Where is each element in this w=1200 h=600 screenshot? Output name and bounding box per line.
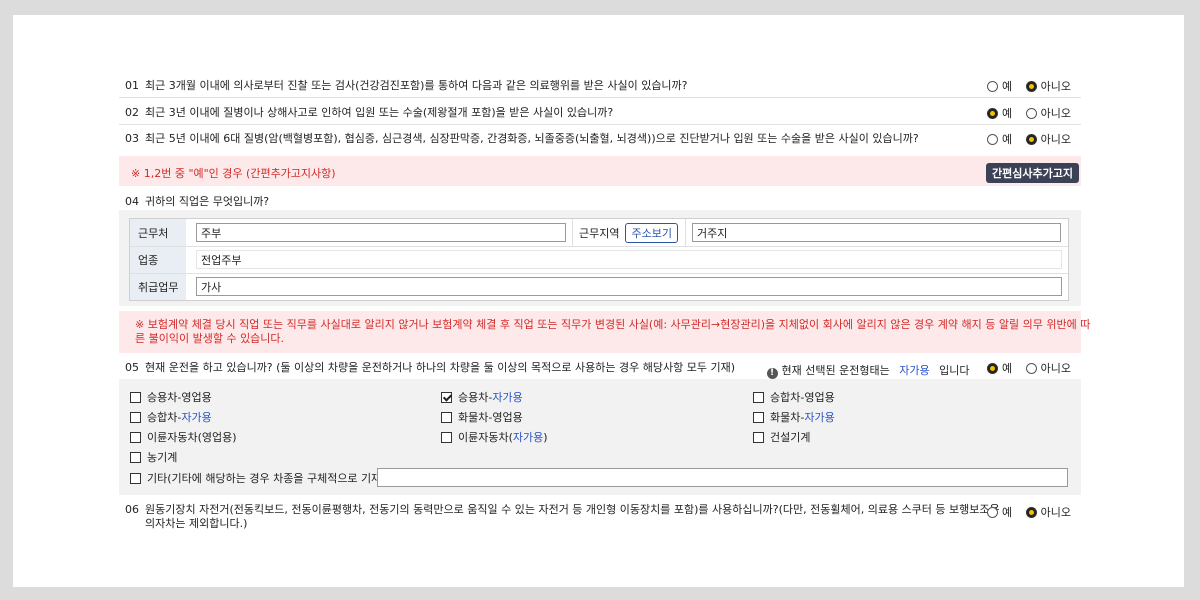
question-text-line-2: 의자차는 제외합니다.) [145, 517, 248, 530]
question-01: 01 최근 3개월 이내에 의사로부터 진찰 또는 검사(건강검진포함)를 통하여… [119, 73, 1081, 98]
question-05: 05 현재 운전을 하고 있습니까? (둘 이상의 차량을 운전하거나 하나의 차… [119, 354, 1081, 379]
address-view-button[interactable]: 주소보기 [625, 222, 678, 243]
region-label: 근무지역 [579, 226, 620, 240]
duty-input[interactable]: 가사 [196, 277, 1062, 296]
driving-type-info: ! 현재 선택된 운전형태는 자가용 입니다 [766, 364, 970, 379]
question-text-line-1: 원동기장치 자전거(전동킥보드, 전동이륜평행차, 전동기의 동력만으로 움직일… [145, 503, 1000, 516]
q1-yes-radio[interactable]: 예 [987, 78, 1012, 94]
vehicle-checkbox-motorcycle-commercial[interactable]: 이륜자동차(영업용) [130, 429, 237, 445]
vehicle-checkbox-van-commercial[interactable]: 승합차-영업용 [753, 389, 835, 405]
q5-no-radio[interactable]: 아니오 [1025, 360, 1071, 376]
vehicle-checkbox-motorcycle-private[interactable]: 이륜자동차(자가용) [441, 429, 548, 445]
question-02: 02 최근 3년 이내에 질병이나 상해사고로 인하여 입원 또는 수술(제왕절개… [119, 98, 1081, 125]
q3-no-radio[interactable]: 아니오 [1025, 131, 1071, 147]
question-number: 02 [125, 106, 139, 119]
info-icon: ! [766, 367, 778, 379]
workplace-label: 근무처 [130, 219, 186, 246]
vehicle-checkbox-van-private[interactable]: 승합차- 자가용 [130, 409, 212, 425]
region-cell: 근무지역 주소보기 [572, 219, 686, 246]
question-03: 03 최근 5년 이내에 6대 질병(암(백혈병포함), 협심증, 심근경색, 심… [119, 125, 1081, 155]
question-number: 01 [125, 79, 139, 92]
job-info-box: 근무처 주부 근무지역 주소보기 거주지 업종 전업주부 취급업무 가사 [119, 210, 1081, 306]
vehicle-checkbox-sedan-private[interactable]: 승용차- 자가용 [441, 389, 523, 405]
q2-no-radio[interactable]: 아니오 [1025, 105, 1071, 121]
warning-line-1: ※ 보험계약 체결 당시 직업 또는 직무를 사실대로 알리지 않거나 보험계약… [135, 318, 1091, 331]
q6-yes-radio[interactable]: 예 [987, 504, 1012, 520]
question-number: 04 [125, 195, 139, 208]
vehicle-checkbox-truck-commercial[interactable]: 화물차-영업용 [441, 409, 523, 425]
question-number: 06 [125, 503, 139, 516]
question-text: 현재 운전을 하고 있습니까? (둘 이상의 차량을 운전하거나 하나의 차량을… [145, 361, 735, 374]
question-number: 03 [125, 132, 139, 145]
question-text: 최근 3개월 이내에 의사로부터 진찰 또는 검사(건강검진포함)를 통하여 다… [145, 79, 688, 92]
question-text: 최근 3년 이내에 질병이나 상해사고로 인하여 입원 또는 수술(제왕절개 포… [145, 106, 614, 119]
vehicle-options-box: 승용차-영업용 승용차- 자가용 승합차-영업용 승합차- 자가용 화물차-영업용 … [119, 379, 1081, 495]
question-number: 05 [125, 361, 139, 374]
industry-label: 업종 [130, 247, 186, 273]
vehicle-checkbox-other[interactable]: 기타(기타에 해당하는 경우 차종을 구체적으로 기재) [130, 470, 386, 486]
question-04: 04 귀하의 직업은 무엇입니까? [119, 187, 1081, 210]
simple-additional-disclosure-button[interactable]: 간편심사추가고지 [986, 163, 1079, 183]
question-text: 귀하의 직업은 무엇입니까? [145, 195, 270, 208]
job-table: 근무처 주부 근무지역 주소보기 거주지 업종 전업주부 취급업무 가사 [129, 218, 1069, 301]
q1-no-radio[interactable]: 아니오 [1025, 78, 1071, 94]
vehicle-checkbox-truck-private[interactable]: 화물차- 자가용 [753, 409, 835, 425]
q2-yes-radio[interactable]: 예 [987, 105, 1012, 121]
occupation-warning: ※ 보험계약 체결 당시 직업 또는 직무를 사실대로 알리지 않거나 보험계약… [119, 311, 1090, 353]
simple-notice-bar: ※ 1,2번 중 "예"인 경우 (간편추가고지사항) 간편심사추가고지 [119, 156, 1081, 186]
vehicle-other-input[interactable] [377, 468, 1068, 487]
q3-yes-radio[interactable]: 예 [987, 131, 1012, 147]
question-06: 06 원동기장치 자전거(전동킥보드, 전동이륜평행차, 전동기의 동력만으로 움… [119, 497, 1081, 535]
workplace-input[interactable]: 주부 [196, 223, 566, 242]
question-text: 최근 5년 이내에 6대 질병(암(백혈병포함), 협심증, 심근경색, 심장판… [145, 132, 919, 145]
warning-line-2: 른 불이익이 발생할 수 있습니다. [135, 332, 285, 345]
q5-yes-radio[interactable]: 예 [987, 360, 1012, 376]
vehicle-checkbox-sedan-commercial[interactable]: 승용차-영업용 [130, 389, 212, 405]
industry-value: 전업주부 [196, 250, 1062, 269]
vehicle-checkbox-construction[interactable]: 건설기계 [753, 429, 810, 445]
duty-label: 취급업무 [130, 274, 186, 300]
simple-notice-text: ※ 1,2번 중 "예"인 경우 (간편추가고지사항) [131, 167, 336, 180]
vehicle-checkbox-farm-machine[interactable]: 농기계 [130, 449, 177, 465]
q6-no-radio[interactable]: 아니오 [1025, 504, 1071, 520]
region-input[interactable]: 거주지 [692, 223, 1061, 242]
